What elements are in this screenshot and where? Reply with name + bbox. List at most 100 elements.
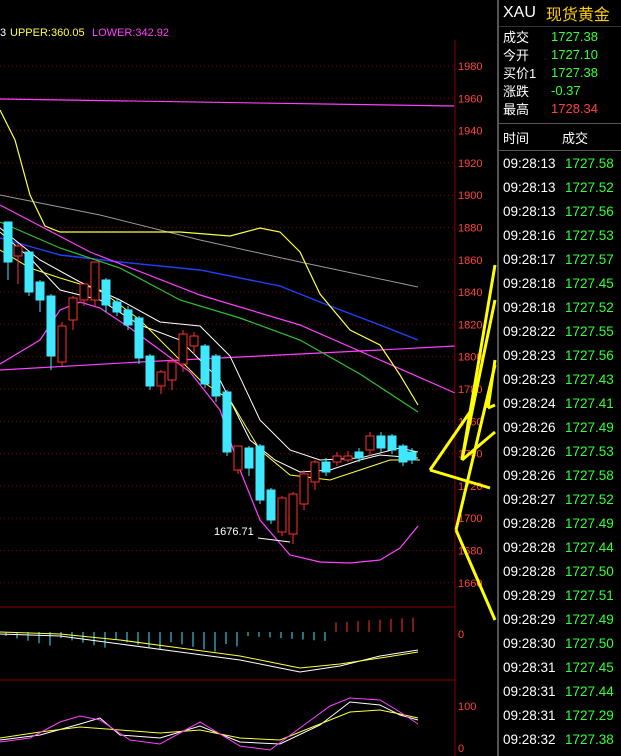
tick-row: 09:28:13 1727.52 <box>499 175 621 199</box>
macd-zero-label: 0 <box>458 629 464 641</box>
ma-magenta-mid <box>0 345 456 371</box>
price-axis-label: 1840 <box>458 287 482 299</box>
quote-value: 1727.38 <box>551 64 598 80</box>
tick-time: 09:28:26 <box>503 467 556 483</box>
low-annotation: 1676.71 <box>214 526 254 538</box>
candle-body <box>354 451 364 459</box>
candle-body <box>68 297 78 321</box>
tick-row: 09:28:23 1727.43 <box>499 367 621 391</box>
tick-price: 1727.55 <box>565 323 614 339</box>
tick-row: 09:28:13 1727.56 <box>499 199 621 223</box>
quote-label: 涨跌 <box>503 83 530 99</box>
tick-time: 09:28:30 <box>503 635 556 651</box>
ticks-list[interactable]: 09:28:13 1727.58 09:28:13 1727.52 09:28:13 17… <box>499 151 621 751</box>
tick-price: 1727.53 <box>565 443 614 459</box>
tick-price: 1727.44 <box>565 683 614 699</box>
tick-time: 09:28:26 <box>503 419 556 435</box>
candle-body <box>321 461 331 473</box>
candle-body <box>134 317 144 359</box>
candle-body <box>343 455 353 461</box>
tick-price: 1727.45 <box>565 275 614 291</box>
price-axis-label: 1960 <box>458 93 482 105</box>
candle-body <box>407 451 417 461</box>
candle-body <box>310 461 320 483</box>
tick-row: 09:28:31 1727.44 <box>499 679 621 703</box>
candle-body <box>13 245 23 257</box>
chart-grid <box>0 65 455 584</box>
tick-row: 09:28:23 1727.56 <box>499 343 621 367</box>
symbol-header[interactable]: XAU 现货黄金 <box>499 0 621 27</box>
candle-body <box>233 445 243 471</box>
tick-time: 09:28:28 <box>503 563 556 579</box>
quote-row: 今开 1727.10 <box>499 45 621 63</box>
tick-row: 09:28:13 1727.58 <box>499 151 621 175</box>
candle-body <box>398 445 408 463</box>
tick-price: 1727.38 <box>565 731 614 747</box>
tick-row: 09:28:31 1727.29 <box>499 703 621 727</box>
kline-chart[interactable]: 3 UPPER:360.05 LOWER:342.92 1980 1960 1940… <box>0 0 497 756</box>
quote-row: 最高 1728.34 <box>499 99 621 117</box>
tick-price: 1727.50 <box>565 563 614 579</box>
candle-body <box>255 445 265 501</box>
tick-time: 09:28:27 <box>503 491 556 507</box>
tick-price: 1727.58 <box>565 467 614 483</box>
tick-price: 1727.53 <box>565 227 614 243</box>
candle-body <box>277 497 287 533</box>
quote-table: 成交 1727.38 今开 1727.10 买价1 1727.38 涨跌 -0.37 最高 172… <box>499 27 621 117</box>
tick-time: 09:28:31 <box>503 659 556 675</box>
tick-price: 1727.58 <box>565 155 614 171</box>
tick-row: 09:28:28 1727.50 <box>499 559 621 583</box>
tick-row: 09:28:24 1727.41 <box>499 391 621 415</box>
candle-body <box>376 435 386 449</box>
candle-body <box>167 361 177 381</box>
tick-price: 1727.43 <box>565 371 614 387</box>
tick-row: 09:28:28 1727.49 <box>499 511 621 535</box>
candle-body <box>288 493 298 535</box>
price-axis-label: 1980 <box>458 61 482 73</box>
ticks-header-price: 成交 <box>562 130 589 146</box>
tick-time: 09:28:26 <box>503 443 556 459</box>
candle-body <box>145 355 155 387</box>
tick-time: 09:28:13 <box>503 179 556 195</box>
tick-time: 09:28:16 <box>503 227 556 243</box>
indicator-lower: LOWER:342.92 <box>92 27 169 39</box>
price-axis-label: 1940 <box>458 126 482 138</box>
tick-time: 09:28:23 <box>503 371 556 387</box>
ma-yellow-2 <box>0 249 420 481</box>
candle-body <box>79 283 89 301</box>
tick-price: 1727.44 <box>565 539 614 555</box>
symbol-code: XAU <box>503 4 536 21</box>
tick-time: 09:28:28 <box>503 539 556 555</box>
tick-price: 1727.49 <box>565 515 614 531</box>
ma-magenta-down <box>0 204 456 394</box>
tick-row: 09:28:29 1727.51 <box>499 583 621 607</box>
quote-value: -0.37 <box>551 82 581 98</box>
quote-value: 1727.38 <box>551 28 598 44</box>
price-axis-label: 1920 <box>458 158 482 170</box>
tick-price: 1727.56 <box>565 203 614 219</box>
candle-body <box>24 251 34 293</box>
candle-body <box>57 325 67 363</box>
candle-body <box>299 473 309 505</box>
candle-body <box>101 279 111 306</box>
tick-row: 09:28:32 1727.38 <box>499 727 621 751</box>
candle-body <box>211 355 221 397</box>
macd-dif <box>0 633 419 673</box>
candle-body <box>266 489 276 521</box>
tick-row: 09:28:18 1727.52 <box>499 295 621 319</box>
tick-time: 09:28:24 <box>503 395 556 411</box>
candle-body <box>244 447 254 469</box>
price-axis-label: 1880 <box>458 223 482 235</box>
candle-body <box>112 301 122 313</box>
indicator-upper: UPPER:360.05 <box>10 27 85 39</box>
tick-time: 09:28:18 <box>503 299 556 315</box>
tick-row: 09:28:30 1727.50 <box>499 631 621 655</box>
tick-time: 09:28:13 <box>503 203 556 219</box>
tick-time: 09:28:28 <box>503 515 556 531</box>
candle-body <box>3 221 13 263</box>
quote-row: 买价1 1727.38 <box>499 63 621 81</box>
tick-row: 09:28:17 1727.57 <box>499 247 621 271</box>
price-axis-label: 1700 <box>458 513 482 525</box>
indicator-prefix: 3 <box>0 27 6 39</box>
arrow-line <box>454 529 497 621</box>
